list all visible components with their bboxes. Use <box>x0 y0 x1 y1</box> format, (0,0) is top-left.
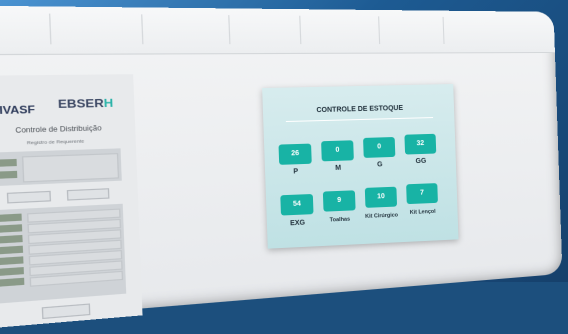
stock-card-kit-cirurgico: 10 <box>364 186 398 208</box>
form-subtitle: Registro de Requerente <box>26 137 85 146</box>
register-button[interactable] <box>41 303 91 320</box>
form-button-1[interactable] <box>6 190 52 204</box>
ribbon-group-cells[interactable] <box>378 16 445 45</box>
requester-input[interactable] <box>21 153 120 183</box>
stock-label-gg: GG <box>415 157 427 166</box>
field-label <box>0 158 17 168</box>
title-divider <box>285 117 434 123</box>
ribbon-group-number[interactable] <box>228 15 302 45</box>
ribbon-group-font[interactable] <box>48 13 144 45</box>
stock-card-p: 26 <box>278 143 312 165</box>
form-button-2[interactable] <box>66 188 110 201</box>
stock-label-toalhas: Toalhas <box>329 216 351 224</box>
ribbon-group-clipboard[interactable] <box>0 12 52 45</box>
distribution-form: UNIVASF EBSERH Controle de Distribuição … <box>0 74 143 329</box>
stock-title: CONTROLE DE ESTOQUE <box>316 104 404 115</box>
form-title: Controle de Distribuição <box>15 125 102 136</box>
excel-ribbon <box>0 4 555 56</box>
univasf-logo: UNIVASF <box>0 103 36 117</box>
ribbon-group-alignment[interactable] <box>141 14 231 45</box>
stock-label-kit-cirurgico: Kit Cirúrgico <box>365 212 399 220</box>
stock-card-gg: 32 <box>404 133 437 155</box>
stock-card-m: 0 <box>321 140 354 162</box>
stock-control-panel: CONTROLE DE ESTOQUE 26 0 0 32 P M G GG 5… <box>262 84 459 249</box>
stock-label-kit-lencol: Kit Lençol <box>409 208 436 216</box>
stock-label-g: G <box>377 161 383 169</box>
ribbon-group-styles[interactable] <box>299 15 381 45</box>
stock-label-p: P <box>293 168 299 176</box>
stock-card-toalhas: 9 <box>322 190 356 212</box>
stock-card-exg: 54 <box>280 193 314 216</box>
stock-label-m: M <box>335 164 342 172</box>
ebserh-logo: EBSERH <box>57 97 114 112</box>
stock-label-exg: EXG <box>289 219 306 228</box>
stock-card-kit-lencol: 7 <box>406 183 438 205</box>
stock-card-g: 0 <box>363 136 396 158</box>
ribbon-group-editing[interactable] <box>443 17 506 44</box>
field-label <box>0 170 18 180</box>
